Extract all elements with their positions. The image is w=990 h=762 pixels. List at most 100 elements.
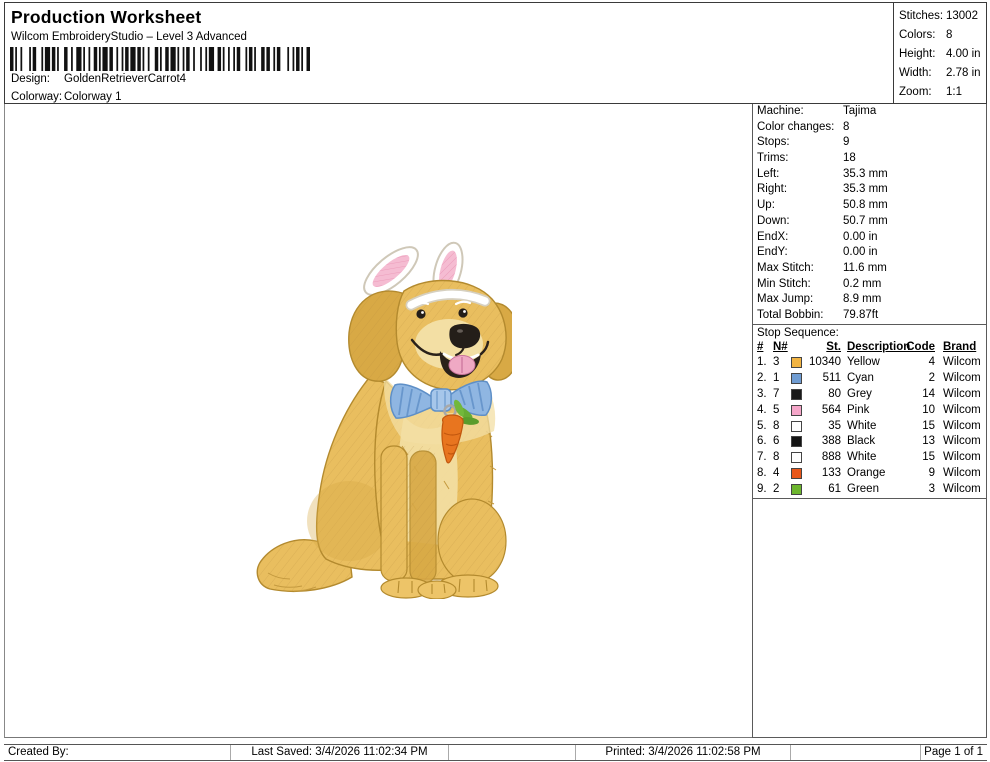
footer-spacer bbox=[790, 745, 920, 760]
thread-code: 2 bbox=[905, 371, 935, 387]
column-header-needle: N# bbox=[773, 340, 791, 356]
summary-row-height: Height:4.00 in bbox=[899, 45, 986, 64]
stitch-count: 61 bbox=[807, 482, 841, 498]
info-row: Right:35.3 mm bbox=[757, 182, 986, 198]
info-label: Stops: bbox=[757, 135, 843, 151]
swatch-cell bbox=[791, 403, 807, 419]
info-label: Down: bbox=[757, 214, 843, 230]
info-value: 35.3 mm bbox=[843, 167, 986, 183]
info-row: Up:50.8 mm bbox=[757, 198, 986, 214]
info-label: Trims: bbox=[757, 151, 843, 167]
summary-row-zoom: Zoom:1:1 bbox=[899, 83, 986, 102]
column-header-code: Code bbox=[905, 340, 935, 356]
color-description: Yellow bbox=[841, 355, 905, 371]
thread-brand: Wilcom bbox=[935, 482, 987, 498]
info-value: 79.87ft bbox=[843, 308, 986, 324]
stitch-count: 80 bbox=[807, 387, 841, 403]
color-description: White bbox=[841, 419, 905, 435]
info-label: EndY: bbox=[757, 245, 843, 261]
color-swatch bbox=[791, 468, 802, 479]
page-indicator: Page 1 of 1 bbox=[920, 745, 986, 760]
info-row: Total Bobbin:79.87ft bbox=[757, 308, 986, 324]
swatch-cell bbox=[791, 450, 807, 466]
created-by: Created By: bbox=[4, 745, 230, 760]
color-swatch bbox=[791, 484, 802, 495]
summary-label: Width: bbox=[899, 64, 946, 83]
production-worksheet-page: Production Worksheet Wilcom EmbroiderySt… bbox=[0, 0, 990, 762]
colorway-row: Colorway: Colorway 1 bbox=[11, 91, 122, 103]
table-row: 8.4133Orange9Wilcom bbox=[757, 466, 987, 482]
color-description: Cyan bbox=[841, 371, 905, 387]
summary-value: 8 bbox=[946, 26, 952, 45]
swatch-cell bbox=[791, 419, 807, 435]
color-description: Pink bbox=[841, 403, 905, 419]
header: Production Worksheet Wilcom EmbroiderySt… bbox=[4, 2, 893, 104]
info-label: Right: bbox=[757, 182, 843, 198]
design-row: Design: GoldenRetrieverCarrot4 bbox=[11, 73, 186, 85]
column-header-num: # bbox=[757, 340, 773, 356]
summary-row-colors: Colors:8 bbox=[899, 26, 986, 45]
page-title: Production Worksheet bbox=[11, 7, 201, 28]
summary-row-width: Width:2.78 in bbox=[899, 64, 986, 83]
summary-label: Zoom: bbox=[899, 83, 946, 102]
thread-brand: Wilcom bbox=[935, 355, 987, 371]
info-label: Max Stitch: bbox=[757, 261, 843, 277]
table-row: 6.6388Black13Wilcom bbox=[757, 434, 987, 450]
color-description: White bbox=[841, 450, 905, 466]
summary-label: Colors: bbox=[899, 26, 946, 45]
stop-sequence-title: Stop Sequence: bbox=[753, 324, 986, 340]
info-row: EndY:0.00 in bbox=[757, 245, 986, 261]
row-num: 7. bbox=[757, 450, 773, 466]
design-label: Design: bbox=[11, 73, 64, 85]
color-swatch bbox=[791, 357, 802, 368]
info-row: Machine:Tajima bbox=[757, 104, 986, 120]
info-label: Machine: bbox=[757, 104, 843, 120]
info-row: Left:35.3 mm bbox=[757, 167, 986, 183]
info-label: Up: bbox=[757, 198, 843, 214]
info-row: Trims:18 bbox=[757, 151, 986, 167]
table-row: 2.1511Cyan2Wilcom bbox=[757, 371, 987, 387]
row-num: 6. bbox=[757, 434, 773, 450]
table-row: 9.261Green3Wilcom bbox=[757, 482, 987, 498]
summary-value: 13002 bbox=[946, 7, 978, 26]
swatch-cell bbox=[791, 482, 807, 498]
color-description: Green bbox=[841, 482, 905, 498]
info-value: 35.3 mm bbox=[843, 182, 986, 198]
needle-num: 3 bbox=[773, 355, 791, 371]
color-swatch bbox=[791, 373, 802, 384]
row-num: 4. bbox=[757, 403, 773, 419]
row-num: 2. bbox=[757, 371, 773, 387]
swatch-cell bbox=[791, 355, 807, 371]
stop-sequence-header: # N# St. Description Code Brand bbox=[757, 340, 986, 356]
swatch-cell bbox=[791, 387, 807, 403]
info-value: 11.6 mm bbox=[843, 261, 986, 277]
machine-info-panel: Machine:Tajima Color changes:8 Stops:9 T… bbox=[752, 104, 987, 738]
column-header-brand: Brand bbox=[935, 340, 986, 356]
needle-num: 2 bbox=[773, 482, 791, 498]
table-row: 1.310340Yellow4Wilcom bbox=[757, 355, 987, 371]
needle-num: 6 bbox=[773, 434, 791, 450]
dog-illustration bbox=[254, 241, 512, 599]
color-swatch bbox=[791, 405, 802, 416]
needle-num: 7 bbox=[773, 387, 791, 403]
thread-code: 15 bbox=[905, 450, 935, 466]
info-label: Max Jump: bbox=[757, 292, 843, 308]
info-value: 8 bbox=[843, 120, 986, 136]
software-subtitle: Wilcom EmbroideryStudio – Level 3 Advanc… bbox=[11, 31, 247, 43]
last-saved: Last Saved: 3/4/2026 11:02:34 PM bbox=[230, 745, 448, 760]
stitch-count: 10340 bbox=[807, 355, 841, 371]
info-value: 18 bbox=[843, 151, 986, 167]
thread-brand: Wilcom bbox=[935, 466, 987, 482]
design-value: GoldenRetrieverCarrot4 bbox=[64, 73, 186, 85]
footer-spacer bbox=[448, 745, 575, 760]
needle-num: 5 bbox=[773, 403, 791, 419]
color-description: Orange bbox=[841, 466, 905, 482]
summary-label: Height: bbox=[899, 45, 946, 64]
stitch-count: 388 bbox=[807, 434, 841, 450]
column-header-description: Description bbox=[841, 340, 905, 356]
thread-brand: Wilcom bbox=[935, 387, 987, 403]
summary-value: 4.00 in bbox=[946, 45, 981, 64]
summary-value: 2.78 in bbox=[946, 64, 981, 83]
summary-box: Stitches:13002 Colors:8 Height:4.00 in W… bbox=[893, 2, 987, 104]
info-row: Color changes:8 bbox=[757, 120, 986, 136]
